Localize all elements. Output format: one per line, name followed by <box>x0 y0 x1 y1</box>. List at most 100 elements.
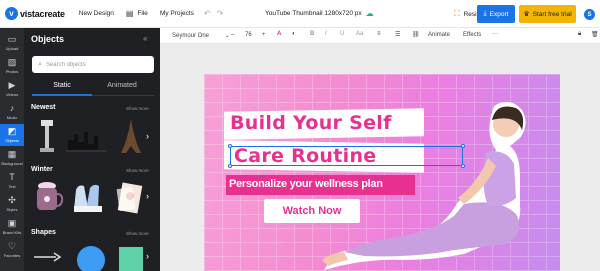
chevron-right-icon[interactable]: › <box>146 131 149 141</box>
effects-button[interactable]: Effects <box>463 32 481 38</box>
rail-label: Text <box>8 184 16 189</box>
object-thumb-mug[interactable] <box>32 180 64 214</box>
align-icon[interactable]: ≡ <box>377 31 381 37</box>
my-projects-label: My Projects <box>159 10 194 17</box>
music-icon: ♪ <box>9 103 15 113</box>
undo-icon[interactable]: ↶ <box>204 9 211 18</box>
rail-item-music[interactable]: ♪ Music <box>0 101 24 123</box>
case-icon[interactable]: Aa <box>356 31 363 37</box>
file-menu[interactable]: ▤ File <box>126 9 148 18</box>
panel-title: Objects <box>31 34 65 44</box>
rail-label: Background <box>1 161 23 166</box>
document-title-text: YouTube Thumbnail 1280x720 px <box>265 10 362 17</box>
fill-color-icon[interactable]: ◐ <box>292 31 296 37</box>
resize-handle[interactable] <box>228 144 232 148</box>
design-canvas[interactable]: Build Your Self Care Routine Personalize… <box>204 74 560 271</box>
italic-icon[interactable]: I <box>325 31 327 37</box>
object-thumb-square[interactable] <box>117 245 145 271</box>
file-icon: ▤ <box>125 9 134 18</box>
section-title-winter: Winter <box>31 166 53 173</box>
lock-icon[interactable]: 🔒︎ <box>578 31 581 38</box>
export-button[interactable]: ⤓ Export <box>477 5 515 23</box>
show-more-newest[interactable]: Show more <box>126 106 149 111</box>
link-icon[interactable]: ⛓ <box>412 31 420 38</box>
redo-icon[interactable]: ↷ <box>217 9 224 18</box>
video-icon: ▶ <box>8 80 16 90</box>
object-thumb-circle[interactable] <box>76 245 106 271</box>
animate-button[interactable]: Animate <box>428 32 450 38</box>
rail-label: Brand Kits <box>2 230 22 235</box>
rail-item-brand-kits[interactable]: ▣ Brand Kits <box>0 216 24 238</box>
image-icon: ▨ <box>7 57 17 67</box>
my-projects-link[interactable]: My Projects <box>160 10 194 17</box>
search-icon: ⌕ <box>38 60 42 68</box>
search-box[interactable]: ⌕ <box>32 56 154 73</box>
objects-icon: ◩ <box>7 126 17 136</box>
object-thumb-arrow[interactable] <box>32 250 62 264</box>
avatar[interactable]: S <box>584 9 595 20</box>
rail-item-photos[interactable]: ▨ Photos <box>0 55 24 77</box>
heart-icon: ♡ <box>7 241 17 251</box>
object-thumb-mittens[interactable] <box>70 180 106 214</box>
start-trial-label: Start free trial <box>532 10 572 18</box>
chevron-down-icon: ⌄ <box>224 33 230 39</box>
document-title[interactable]: YouTube Thumbnail 1280x720 px ☁ <box>265 9 374 18</box>
object-thumb-skyline[interactable] <box>66 126 106 152</box>
font-size-increase[interactable]: + <box>262 32 266 38</box>
more-options-icon[interactable]: ··· <box>492 31 498 37</box>
logo-mark: v <box>5 7 18 20</box>
styles-icon: ✣ <box>8 195 16 205</box>
new-design-button[interactable]: New Design <box>79 10 114 17</box>
cloud-saved-icon: ☁ <box>365 9 374 18</box>
text-color-icon[interactable]: A <box>277 31 281 37</box>
list-icon[interactable]: ☰ <box>395 31 400 38</box>
rail-item-text[interactable]: T Text <box>0 170 24 192</box>
font-name: Seymour One <box>172 33 210 39</box>
font-size-decrease[interactable]: – <box>231 32 234 38</box>
crown-icon: ♛ <box>523 11 530 18</box>
rail-item-styles[interactable]: ✣ Styles <box>0 193 24 215</box>
tab-animated[interactable]: Animated <box>92 82 152 89</box>
rail-label: Objects <box>5 138 19 143</box>
background-icon: ▦ <box>7 149 17 159</box>
tab-static[interactable]: Static <box>32 82 92 89</box>
section-title-shapes: Shapes <box>31 229 56 236</box>
object-thumb-eiffel-tower[interactable] <box>118 118 144 154</box>
chevron-right-icon[interactable]: › <box>146 251 149 261</box>
show-more-winter[interactable]: Show more <box>126 168 149 173</box>
show-more-shapes[interactable]: Show more <box>126 231 149 236</box>
app-logo[interactable]: v vistacreate <box>5 7 65 20</box>
resize-handle[interactable] <box>228 164 232 168</box>
font-select[interactable]: Seymour One ⌄ <box>172 32 230 39</box>
rail-item-favorites[interactable]: ♡ Favorites <box>0 239 24 261</box>
rail-label: Favorites <box>3 253 21 258</box>
chevron-right-icon[interactable]: › <box>146 191 149 201</box>
object-thumb-card[interactable] <box>114 180 144 216</box>
brand-kit-icon: ▣ <box>7 218 17 228</box>
resize-icon: ⛶ <box>454 9 460 18</box>
text-icon: T <box>9 172 15 182</box>
woman-photo[interactable] <box>314 94 560 271</box>
rail-label: Styles <box>6 207 18 212</box>
rail-label: Upload <box>5 46 19 51</box>
rail-item-background[interactable]: ▦ Background <box>0 147 24 169</box>
rail-item-videos[interactable]: ▶ Videos <box>0 78 24 100</box>
logo-text: vistacreate <box>20 8 65 19</box>
object-thumb-statue[interactable] <box>32 118 62 154</box>
bold-icon[interactable]: B <box>310 31 314 37</box>
rail-label: Videos <box>5 92 19 97</box>
font-size-value[interactable]: 76 <box>245 32 252 38</box>
new-design-label: New Design <box>78 10 114 17</box>
rail-item-upload[interactable]: ▭ Upload <box>0 32 24 54</box>
search-input[interactable] <box>45 61 146 68</box>
rail-label: Music <box>6 115 18 120</box>
export-label: Export <box>489 10 509 18</box>
collapse-panel-icon[interactable]: « <box>143 34 147 43</box>
folder-icon: ▭ <box>7 34 17 44</box>
section-title-newest: Newest <box>31 104 56 111</box>
rail-item-objects[interactable]: ◩ Objects <box>0 124 24 146</box>
rail-label: Photos <box>5 69 19 74</box>
underline-icon[interactable]: U <box>340 31 344 37</box>
start-trial-button[interactable]: ♛ Start free trial <box>519 5 576 23</box>
delete-icon[interactable]: 🗑︎ <box>591 31 599 38</box>
